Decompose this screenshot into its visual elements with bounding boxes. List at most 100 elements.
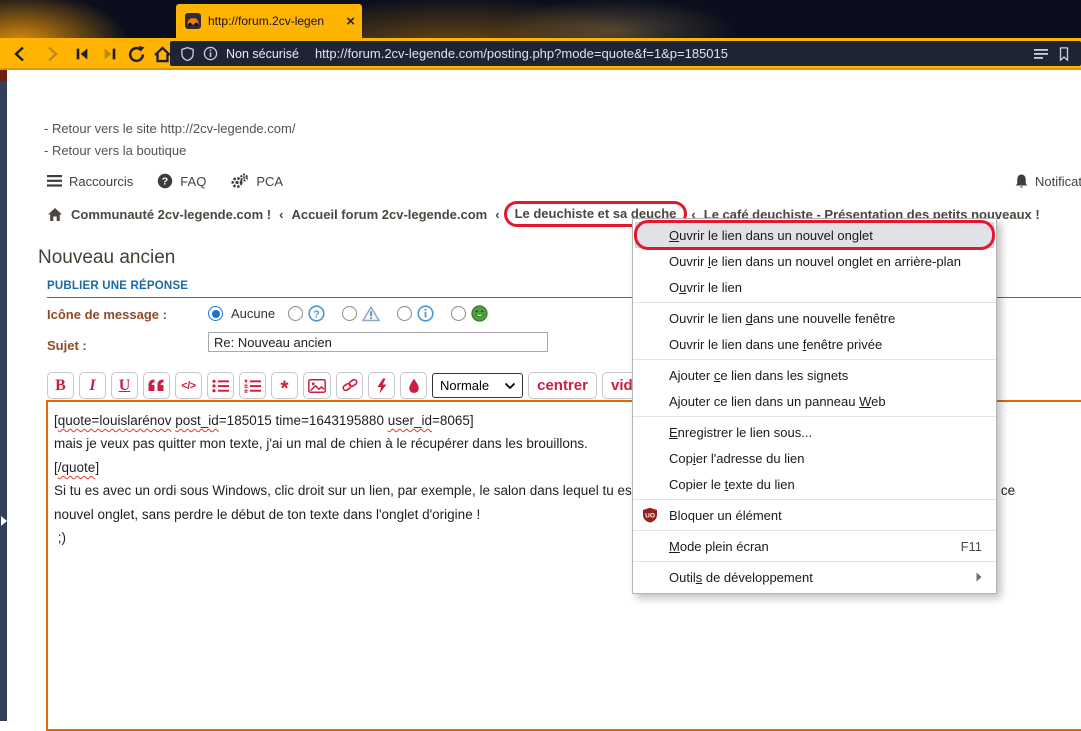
subject-label: Sujet : (47, 338, 87, 353)
radio-icon-none[interactable] (208, 306, 223, 321)
menu-item-open-link-new-tab[interactable]: Ouvrir le lien dans un nouvel onglet (635, 222, 994, 248)
center-button[interactable]: centrer (528, 372, 597, 399)
breadcrumb-item-forum-home[interactable]: Accueil forum 2cv-legende.com (291, 207, 487, 222)
gears-icon (230, 173, 249, 189)
menu-item-label: Ouvrir le lien (669, 280, 982, 295)
menu-item-label: Ouvrir le lien dans un nouvel onglet (669, 228, 982, 243)
bold-button[interactable]: B (47, 372, 74, 399)
submenu-arrow-icon (976, 572, 982, 582)
menu-item-save-link-as[interactable]: Enregistrer le lien sous... (633, 419, 996, 445)
color-drop-button[interactable] (400, 372, 427, 399)
drop-icon (408, 378, 420, 393)
link-back-to-site[interactable]: - Retour vers le site http://2cv-legende… (44, 121, 295, 136)
context-menu: Ouvrir le lien dans un nouvel onglet Ouv… (632, 218, 997, 594)
radio-icon-question[interactable] (288, 306, 303, 321)
back-icon (11, 45, 29, 63)
menu-item-label: Ouvrir le lien dans une nouvelle fenêtre (669, 311, 982, 326)
reader-mode-icon[interactable] (1033, 47, 1049, 61)
menu-item-fullscreen-mode[interactable]: Mode plein écran F11 (633, 533, 996, 559)
breadcrumb-item-community[interactable]: Communauté 2cv-legende.com ! (71, 207, 271, 222)
info-icon (203, 46, 218, 61)
quote-icon (148, 379, 165, 392)
radio-icon-warning[interactable] (342, 306, 357, 321)
code-button[interactable]: </> (175, 372, 202, 399)
sidebar-edge-top (0, 70, 7, 81)
menu-item-label: Ajouter ce lien dans un panneau Web (669, 394, 982, 409)
font-size-value: Normale (440, 378, 489, 393)
menu-item-open-link-new-window[interactable]: Ouvrir le lien dans une nouvelle fenêtre (633, 305, 996, 331)
warning-icon (362, 306, 380, 322)
tab-title: http://forum.2cv-legen (208, 14, 339, 28)
insert-image-button[interactable] (303, 372, 331, 399)
sidebar-expand-arrow-icon[interactable] (1, 516, 7, 526)
menu-item-copy-link-address[interactable]: Copier l'adresse du lien (633, 445, 996, 471)
menu-item-open-link-new-tab-background[interactable]: Ouvrir le lien dans un nouvel onglet en … (633, 248, 996, 274)
breadcrumb-home-icon (47, 207, 63, 222)
menu-separator (633, 499, 996, 500)
menu-item-open-link[interactable]: Ouvrir le lien (633, 274, 996, 300)
page-title: Nouveau ancien (38, 247, 175, 269)
underline-button[interactable]: U (111, 372, 138, 399)
skip-start-button[interactable] (70, 42, 94, 66)
insert-link-button[interactable] (336, 372, 363, 399)
image-icon (308, 379, 326, 393)
skip-end-icon (102, 46, 118, 62)
menu-item-label: Outils de développement (669, 570, 964, 585)
menu-item-label: Copier l'adresse du lien (669, 451, 982, 466)
tab-close-icon[interactable]: × (346, 14, 355, 29)
forward-button[interactable] (40, 42, 64, 66)
menu-separator (633, 561, 996, 562)
notifications-link[interactable]: Notifications (1014, 173, 1081, 189)
menu-item-add-link-web-panel[interactable]: Ajouter ce lien dans un panneau Web (633, 388, 996, 414)
ublock-icon: UO (642, 507, 658, 523)
menu-item-copy-link-text[interactable]: Copier le texte du lien (633, 471, 996, 497)
subject-input[interactable] (208, 332, 548, 352)
green-smiley-icon (471, 305, 488, 322)
quick-link-pca[interactable]: PCA (256, 174, 283, 189)
link-back-to-shop[interactable]: - Retour vers la boutique (44, 143, 186, 158)
info-message-icon (417, 305, 434, 322)
quote-button[interactable] (143, 372, 170, 399)
numbered-list-icon (244, 379, 261, 393)
menu-separator (633, 359, 996, 360)
security-label: Non sécurisé (226, 47, 299, 61)
bullet-list-button[interactable] (207, 372, 234, 399)
italic-button[interactable]: I (79, 372, 106, 399)
sidebar-edge (0, 70, 7, 721)
radio-icon-smiley[interactable] (451, 306, 466, 321)
font-size-select[interactable]: Normale (432, 373, 523, 398)
menu-item-label: Mode plein écran (669, 539, 943, 554)
menu-item-label: Enregistrer le lien sous... (669, 425, 982, 440)
tab-bar: http://forum.2cv-legen × (0, 0, 1081, 38)
menu-separator (633, 530, 996, 531)
flash-button[interactable] (368, 372, 395, 399)
menu-shortcut: F11 (961, 539, 982, 554)
icon-none-label: Aucune (231, 306, 275, 321)
menu-item-block-element[interactable]: UO Bloquer un élément (633, 502, 996, 528)
url-bar[interactable]: Non sécurisé http://forum.2cv-legende.co… (170, 41, 1081, 66)
message-icon-label: Icône de message : (47, 307, 167, 322)
url-text[interactable]: http://forum.2cv-legende.com/posting.php… (315, 46, 1025, 61)
back-button[interactable] (8, 42, 32, 66)
quick-link-shortcuts[interactable]: Raccourcis (69, 174, 133, 189)
menu-item-open-link-private-window[interactable]: Ouvrir le lien dans une fenêtre privée (633, 331, 996, 357)
navigation-toolbar: Non sécurisé http://forum.2cv-legende.co… (0, 38, 1081, 70)
forward-icon (43, 45, 61, 63)
skip-end-button[interactable] (98, 42, 122, 66)
message-icon-options: Aucune ? (208, 305, 488, 322)
bookmark-icon[interactable] (1057, 46, 1071, 62)
menu-item-label: Ajouter ce lien dans les signets (669, 368, 982, 383)
reload-icon (127, 45, 146, 64)
menu-item-developer-tools[interactable]: Outils de développement (633, 564, 996, 590)
site-favicon-icon (185, 13, 201, 29)
list-item-button[interactable]: * (271, 372, 298, 399)
lightning-icon (376, 378, 388, 394)
chevron-down-icon (505, 383, 515, 389)
menu-item-bookmark-link[interactable]: Ajouter ce lien dans les signets (633, 362, 996, 388)
numbered-list-button[interactable] (239, 372, 266, 399)
active-tab[interactable]: http://forum.2cv-legen × (176, 4, 362, 38)
quick-link-faq[interactable]: FAQ (180, 174, 206, 189)
breadcrumb-separator: ‹ (279, 207, 283, 222)
radio-icon-info[interactable] (397, 306, 412, 321)
reload-button[interactable] (124, 42, 148, 66)
